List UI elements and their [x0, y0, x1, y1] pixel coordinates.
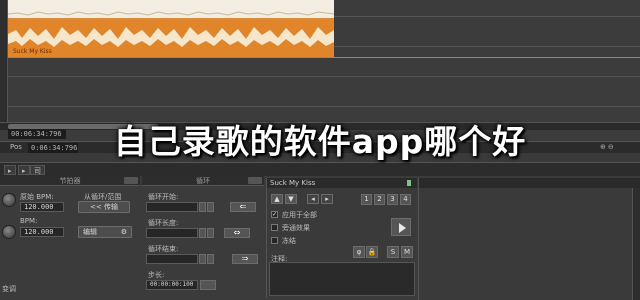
apply-all-checkbox[interactable]: ✓: [271, 211, 278, 218]
loop-length-field[interactable]: [146, 228, 198, 238]
notes-textarea[interactable]: [269, 262, 415, 296]
overlay-title-text: 自己录歌的软件app哪个好: [113, 122, 527, 161]
set-loop-start-button[interactable]: ⇐: [230, 202, 256, 212]
tempo-header-label: 节拍器: [59, 177, 81, 185]
orig-bpm-field[interactable]: 120.000: [20, 202, 64, 212]
step-label: 步长:: [148, 271, 165, 279]
clip-waveform-upper: [8, 0, 334, 20]
move-up-button[interactable]: ▲: [271, 194, 283, 204]
orig-bpm-knob[interactable]: [2, 193, 16, 207]
loop-header-label: 循环: [196, 177, 210, 185]
gear-icon: ⚙: [120, 228, 127, 236]
move-down-button[interactable]: ▼: [285, 194, 297, 204]
vertical-scrollbar[interactable]: [632, 188, 640, 300]
bpm-knob[interactable]: [2, 225, 16, 239]
loop-end-spinner-2[interactable]: [207, 254, 214, 264]
audio-clip[interactable]: Suck My Kiss: [8, 0, 334, 57]
clip-panel-title: Suck My Kiss: [267, 178, 417, 188]
clip-properties-panel: Suck My Kiss ▲ ▼ ◂ ▸ 1 2 3 4 ✓ 应用于全部 旁通效…: [266, 178, 417, 298]
transfer-button[interactable]: << 传输: [78, 201, 130, 213]
loop-length-label: 循环长度:: [148, 219, 179, 227]
panel-tab-bar: ▸ ▸ 司: [0, 162, 640, 176]
preset-3-button[interactable]: 3: [387, 194, 398, 205]
tempo-section-header: 节拍器: [0, 176, 140, 186]
loop-section-header: 循环: [142, 176, 264, 186]
prev-button[interactable]: ◂: [307, 194, 319, 204]
pitch-label: 变调: [2, 285, 16, 293]
preset-1-button[interactable]: 1: [361, 194, 372, 205]
waveform-upper-graphic: [8, 11, 334, 20]
lock-icon[interactable]: 🔒: [366, 246, 378, 258]
preset-4-button[interactable]: 4: [400, 194, 411, 205]
edit-button-label: 编辑: [83, 228, 97, 236]
tempo-toggle-button[interactable]: [124, 177, 138, 184]
panel-tab-1[interactable]: ▸: [4, 165, 16, 175]
freeze-label: 冻结: [282, 237, 296, 245]
orig-bpm-label: 原始 BPM:: [20, 193, 54, 201]
clip-panel-title-text: Suck My Kiss: [270, 179, 316, 187]
clip-color-indicator: [407, 180, 411, 186]
track-divider: [8, 57, 640, 58]
right-empty-panel: [418, 178, 640, 300]
loop-length-spinner[interactable]: [199, 228, 206, 238]
overlay-title: 自己录歌的软件app哪个好: [0, 120, 640, 164]
step-spinner[interactable]: [200, 280, 216, 290]
right-panel-header: [419, 178, 640, 188]
bpm-label: BPM:: [20, 217, 38, 225]
fx-button[interactable]: φ: [353, 246, 365, 258]
bypass-checkbox[interactable]: [271, 224, 278, 231]
loop-length-spinner-2[interactable]: [207, 228, 214, 238]
loop-start-spinner-2[interactable]: [207, 202, 214, 212]
next-button[interactable]: ▸: [321, 194, 333, 204]
panel-tab-3[interactable]: 司: [30, 165, 45, 175]
mute-button[interactable]: M: [401, 246, 413, 258]
loop-end-field[interactable]: [146, 254, 198, 264]
apply-all-label: 应用于全部: [282, 211, 317, 219]
step-field[interactable]: 00:00:00:100: [146, 280, 198, 290]
set-loop-length-button[interactable]: ⇔: [224, 228, 250, 238]
edit-button[interactable]: 编辑 ⚙: [78, 226, 132, 238]
clip-name-label: Suck My Kiss: [13, 48, 52, 55]
bypass-label: 旁通效果: [282, 224, 310, 232]
freeze-checkbox[interactable]: [271, 237, 278, 244]
bpm-field[interactable]: 120.000: [20, 227, 64, 237]
set-loop-end-button[interactable]: ⇒: [232, 254, 258, 264]
loop-start-spinner[interactable]: [199, 202, 206, 212]
loop-end-spinner[interactable]: [199, 254, 206, 264]
track-area: Suck My Kiss 00:06:34:796: [0, 0, 640, 140]
loop-end-label: 循环结束:: [148, 245, 179, 253]
clip-waveform-lower: Suck My Kiss: [8, 20, 334, 57]
track-header-strip[interactable]: [0, 0, 8, 128]
solo-button[interactable]: S: [387, 246, 399, 258]
loop-start-label: 循环开始:: [148, 193, 179, 201]
play-button[interactable]: [391, 218, 411, 236]
panel-tab-2[interactable]: ▸: [18, 165, 30, 175]
waveform-lower-graphic: [8, 27, 334, 47]
loop-start-field[interactable]: [146, 202, 198, 212]
loop-toggle-button[interactable]: [248, 177, 262, 184]
preset-2-button[interactable]: 2: [374, 194, 385, 205]
